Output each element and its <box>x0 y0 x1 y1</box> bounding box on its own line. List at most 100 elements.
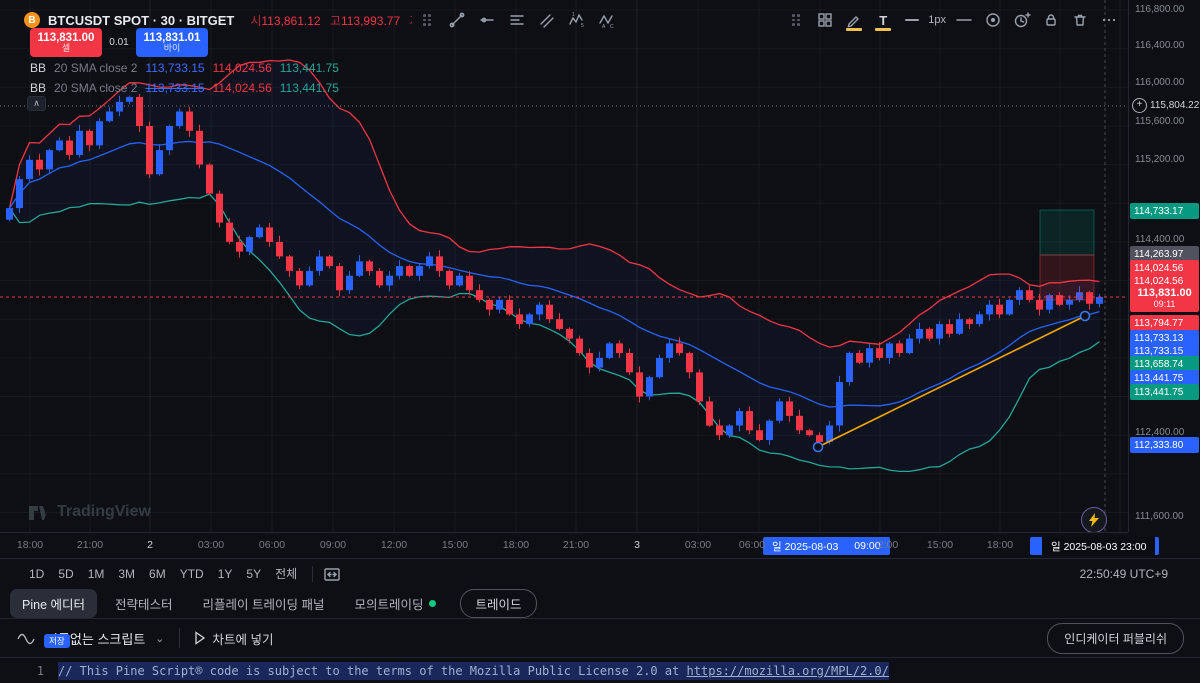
line-number: 1 <box>0 664 58 678</box>
high-label: 고 <box>330 14 341 28</box>
indicator-legend-row[interactable]: BB20 SMA close 2113,733.15114,024.56113,… <box>30 78 339 98</box>
time-axis-tick: 2:00 <box>878 539 898 551</box>
svg-text:C: C <box>610 24 614 29</box>
range-button-1y[interactable]: 1Y <box>211 564 240 584</box>
abc-pattern-tool-icon[interactable]: AC <box>596 9 618 31</box>
bb-upper-value: 114,024.56 <box>213 61 272 75</box>
buy-label: 바이 <box>164 44 181 53</box>
target-icon[interactable] <box>982 9 1004 31</box>
range-button-1m[interactable]: 1M <box>81 564 112 584</box>
clock-display[interactable]: 22:50:49 UTC+9 <box>1080 567 1168 581</box>
add-alert-button[interactable]: + <box>1132 98 1147 113</box>
pencil-color-swatch <box>846 28 862 31</box>
bb-lower-value: 113,441.75 <box>280 81 339 95</box>
alert-price-label: 115,804.22 <box>1150 100 1199 111</box>
time-axis-tick: 3 <box>634 539 640 551</box>
horizontal-lines-tool-icon[interactable] <box>506 9 528 31</box>
chart-settings-group: T 1px <box>785 9 1120 31</box>
range-button-5d[interactable]: 5D <box>51 564 80 584</box>
trash-icon[interactable] <box>1069 9 1091 31</box>
price-axis-badge: 114,733.17 <box>1130 203 1199 219</box>
indicator-name: BB <box>30 81 46 95</box>
sell-label: 셀 <box>62 44 70 53</box>
range-button-1d[interactable]: 1D <box>22 564 51 584</box>
panel-tab-4[interactable]: 트레이드 <box>460 589 536 618</box>
panel-tab-0[interactable]: Pine 에디터 <box>10 589 97 618</box>
main-chart[interactable]: B BTCUSDT SPOT · 30 · BITGET 시113,861.12… <box>0 0 1128 532</box>
add-to-chart-label: 차트에 넣기 <box>213 629 274 648</box>
position-profit-zone <box>1040 210 1094 255</box>
line-style-icon[interactable] <box>953 9 975 31</box>
price-axis-tick: 115,600.00 <box>1135 116 1184 127</box>
last-price-badge: 113,831.00 09:11 <box>1130 285 1199 312</box>
license-link[interactable]: https://mozilla.org/MPL/2.0/ <box>687 664 889 678</box>
time-axis-tick: 18:00 <box>987 539 1013 551</box>
indicator-legend: BB20 SMA close 2113,733.15114,024.56113,… <box>30 58 339 98</box>
price-axis-tick: 116,400.00 <box>1135 40 1184 51</box>
time-axis[interactable]: 일 2025-08-03 09:00 일 2025-08-03 23:00 18… <box>0 532 1128 558</box>
panel-tab-1[interactable]: 전략테스터 <box>103 589 185 618</box>
add-to-chart-button[interactable]: 차트에 넣기 <box>194 629 274 648</box>
tradingview-logo-icon <box>28 502 50 522</box>
sell-button[interactable]: 113,831.00 셀 <box>30 28 102 57</box>
price-axis-badge: 113,441.75 <box>1130 384 1199 400</box>
chevron-down-icon[interactable]: ⌄ <box>155 632 164 645</box>
time-axis-tick: 06:00 <box>259 539 285 551</box>
time-axis-tick: 09:00 <box>320 539 346 551</box>
elliott-wave-tool-icon[interactable]: 15 <box>566 9 588 31</box>
trendline-tool-icon[interactable] <box>446 9 468 31</box>
range-button-ytd[interactable]: YTD <box>173 564 211 584</box>
more-options-icon[interactable] <box>1098 9 1120 31</box>
lightning-button[interactable] <box>1081 507 1107 532</box>
time-axis-tick: 21:00 <box>77 539 103 551</box>
indicator-legend-row[interactable]: BB20 SMA close 2113,733.15114,024.56113,… <box>30 58 339 78</box>
range-button-6m[interactable]: 6M <box>142 564 173 584</box>
divider <box>312 566 313 582</box>
time-axis-tick: 03:00 <box>198 539 224 551</box>
price-axis[interactable]: 113,831.00 09:11 116,800.00116,400.00116… <box>1128 0 1200 532</box>
bar-countdown: 09:11 <box>1154 300 1176 309</box>
svg-text:5: 5 <box>581 23 584 29</box>
range-button-3m[interactable]: 3M <box>111 564 142 584</box>
lightning-icon <box>1088 513 1100 527</box>
symbol-title[interactable]: BTCUSDT SPOT · 30 · BITGET <box>48 13 234 28</box>
svg-text:A: A <box>602 24 606 29</box>
pine-editor-header: 이름없는 스크립트 저장 ⌄ 차트에 넣기 인디케이터 퍼블리쉬 <box>0 618 1200 658</box>
drag-handle-icon[interactable] <box>785 9 807 31</box>
panel-tab-3[interactable]: 모의트레이딩 <box>342 589 448 618</box>
drawing-tools-group: 15 AC <box>416 9 618 31</box>
buy-button[interactable]: 113,831.01 바이 <box>136 28 208 57</box>
tradingview-app: B BTCUSDT SPOT · 30 · BITGET 시113,861.12… <box>0 0 1200 683</box>
line-width-value[interactable]: 1px <box>928 14 946 26</box>
alert-clock-icon[interactable] <box>1011 9 1033 31</box>
script-wave-icon <box>16 629 36 647</box>
panel-tab-2[interactable]: 리플레이 트레이딩 패널 <box>191 589 337 618</box>
position-stop-zone <box>1040 255 1094 300</box>
horizontal-ray-tool-icon[interactable] <box>476 9 498 31</box>
time-axis-tick: 21:00 <box>563 539 589 551</box>
indicator-params: 20 SMA close 2 <box>54 81 137 95</box>
price-axis-tick: 116,000.00 <box>1135 77 1184 88</box>
bb-upper-value: 114,024.56 <box>213 81 272 95</box>
open-value: 113,861.12 <box>261 14 320 28</box>
code-line[interactable]: // This Pine Script® code is subject to … <box>58 664 889 678</box>
legend-collapse-button[interactable]: ∧ <box>27 96 46 111</box>
range-button-5y[interactable]: 5Y <box>239 564 268 584</box>
layout-grid-icon[interactable] <box>814 9 836 31</box>
spread-value: 0.01 <box>102 37 136 48</box>
range-button-전체[interactable]: 전체 <box>268 562 304 585</box>
line-width-icon[interactable] <box>901 9 923 31</box>
go-to-date-icon[interactable] <box>321 563 343 585</box>
lock-icon[interactable] <box>1040 9 1062 31</box>
pine-code-editor[interactable]: 1 // This Pine Script® code is subject t… <box>0 658 1200 683</box>
watermark-text: TradingView <box>57 503 151 521</box>
panel-tab-label: 리플레이 트레이딩 패널 <box>203 594 325 613</box>
text-color-icon[interactable]: T <box>872 9 894 31</box>
save-badge[interactable]: 저장 <box>44 634 70 648</box>
price-axis-tick: 114,400.00 <box>1135 234 1184 245</box>
parallel-channel-tool-icon[interactable] <box>536 9 558 31</box>
indicator-params: 20 SMA close 2 <box>54 61 137 75</box>
publish-indicator-button[interactable]: 인디케이터 퍼블리쉬 <box>1047 623 1184 654</box>
pencil-color-icon[interactable] <box>843 9 865 31</box>
drag-handle-icon[interactable] <box>416 9 438 31</box>
